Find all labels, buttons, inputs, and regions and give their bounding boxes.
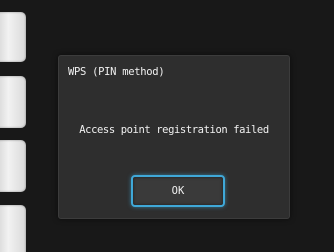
error-dialog: WPS (PIN method) Access point registrati…	[58, 55, 290, 219]
side-button-3[interactable]	[0, 140, 26, 192]
ok-button[interactable]: OK	[131, 175, 225, 207]
side-button-2[interactable]	[0, 76, 26, 128]
side-button-4[interactable]	[0, 205, 26, 252]
dialog-title: WPS (PIN method)	[68, 66, 165, 78]
device-screen: WPS (PIN method) Access point registrati…	[0, 0, 334, 252]
side-button-1[interactable]	[0, 12, 26, 62]
side-button-strip	[0, 0, 30, 252]
dialog-message: Access point registration failed	[79, 124, 269, 136]
